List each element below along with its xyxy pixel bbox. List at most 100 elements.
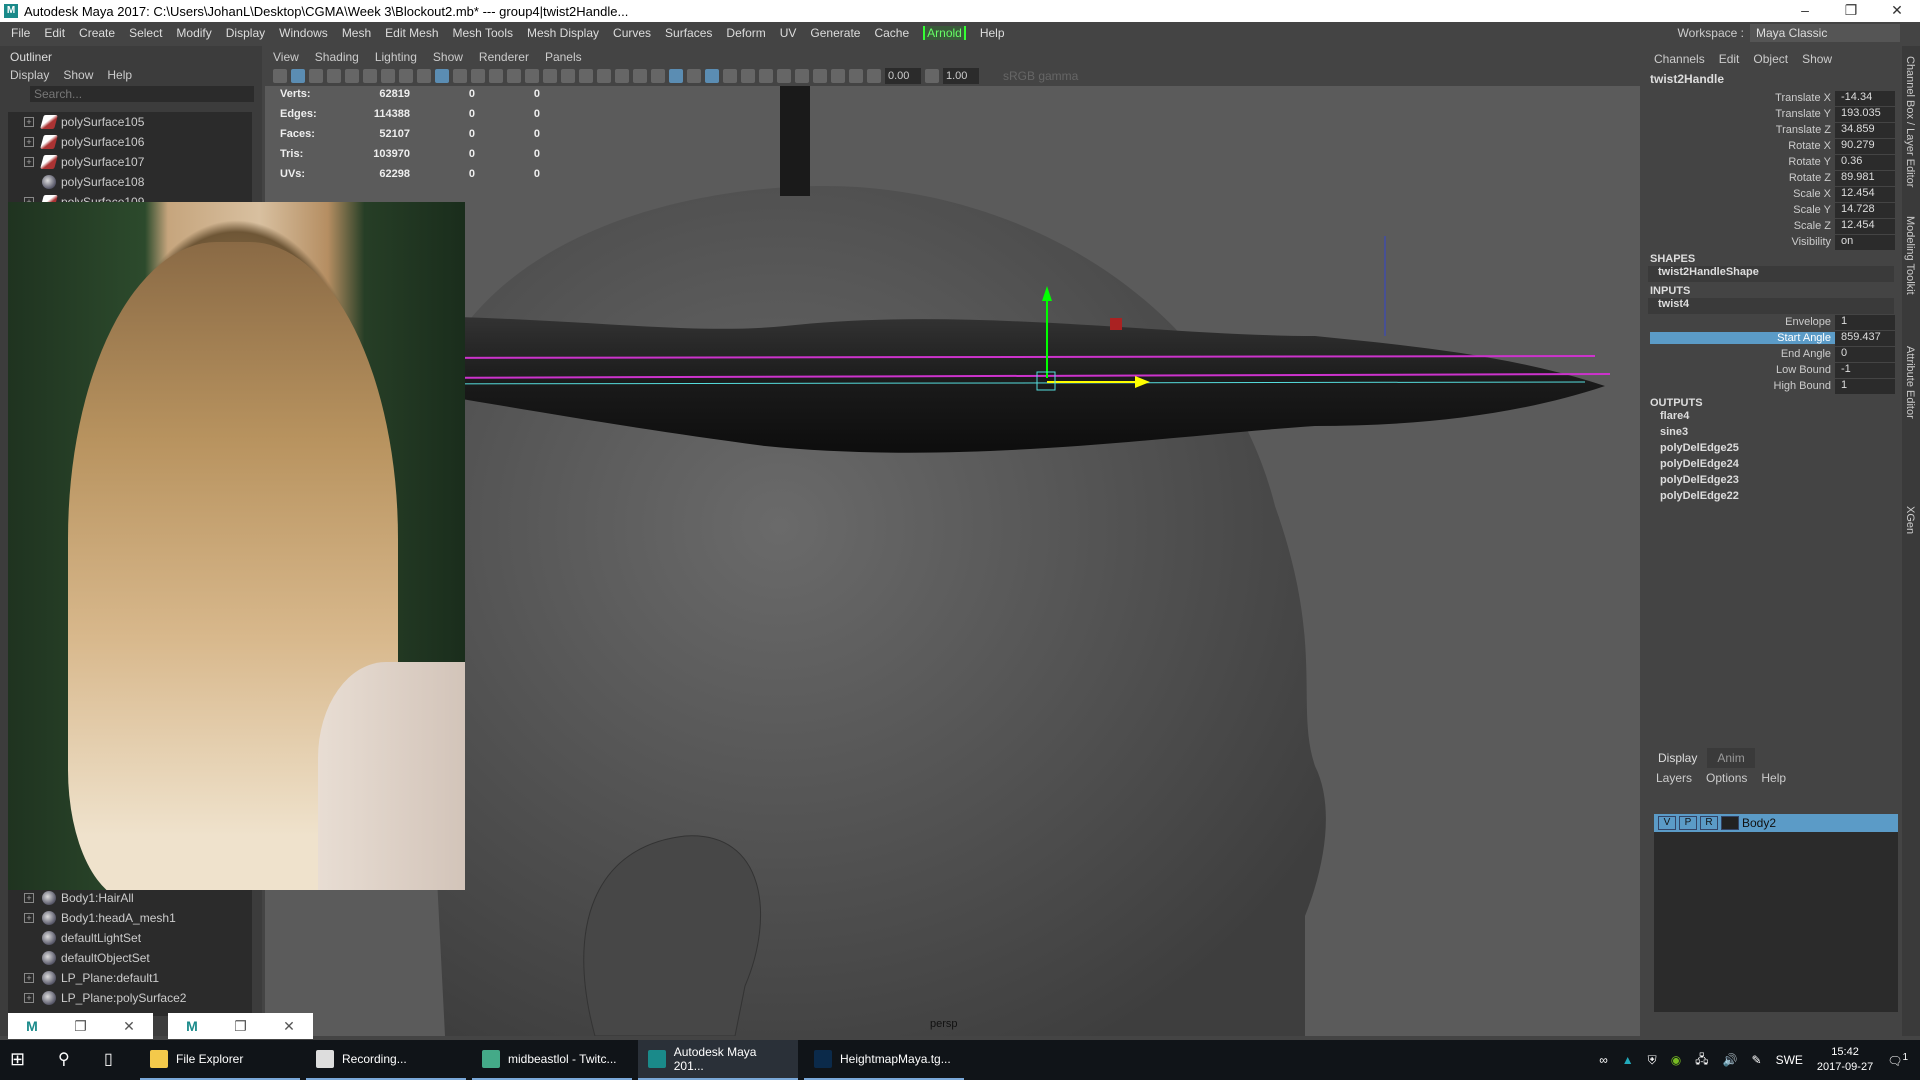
channel-value[interactable]: 859.437 (1835, 330, 1895, 346)
taskbar-app[interactable]: Autodesk Maya 201... (638, 1040, 798, 1080)
outliner-item[interactable]: polySurface108 (8, 172, 252, 192)
channel-value[interactable]: on (1835, 234, 1895, 250)
viewport-tool-icon[interactable] (417, 69, 431, 83)
viewport-tool-icon[interactable] (615, 69, 629, 83)
viewport-tool-icon[interactable] (345, 69, 359, 83)
menu-help[interactable]: Help (980, 26, 1005, 40)
channel-scale-z[interactable]: Scale Z 12.454 (1640, 218, 1902, 234)
viewport-tool-icon[interactable] (723, 69, 737, 83)
channel-visibility[interactable]: Visibility on (1640, 234, 1902, 250)
workspace-selector[interactable]: Workspace : Maya Classic (1678, 24, 1900, 42)
restore-icon[interactable]: ❐ (234, 1018, 247, 1035)
output-node[interactable]: polyDelEdge22 (1640, 490, 1902, 506)
3d-scene[interactable] (265, 86, 1640, 1036)
side-tab[interactable]: XGen (1904, 506, 1916, 534)
channel-low-bound[interactable]: Low Bound -1 (1640, 362, 1902, 378)
channel-name[interactable]: Scale X (1640, 188, 1835, 200)
input-node[interactable]: twist4 (1648, 298, 1894, 314)
expand-icon[interactable]: + (24, 973, 34, 983)
channel-name[interactable]: Scale Z (1640, 220, 1835, 232)
viewport-tool-icon[interactable] (273, 69, 287, 83)
channel-value[interactable]: 193.035 (1835, 106, 1895, 122)
viewport-tool-icon[interactable] (867, 69, 881, 83)
channel-value[interactable]: -1 (1835, 362, 1895, 378)
minimized-window-1[interactable]: M ❐ ✕ (8, 1013, 153, 1039)
reference-image-window[interactable] (8, 202, 465, 890)
menu-cache[interactable]: Cache (874, 26, 909, 40)
tab-anim[interactable]: Anim (1707, 748, 1755, 768)
security-icon[interactable]: ⛨ (1648, 1053, 1657, 1068)
channel-scale-y[interactable]: Scale Y 14.728 (1640, 202, 1902, 218)
viewport-tool-icon[interactable] (759, 69, 773, 83)
close-button[interactable]: ✕ (1874, 0, 1920, 22)
channel-end-angle[interactable]: End Angle 0 (1640, 346, 1902, 362)
output-node[interactable]: polyDelEdge24 (1640, 458, 1902, 474)
viewport-tool-icon[interactable] (579, 69, 593, 83)
menu-show[interactable]: Show (1802, 52, 1832, 66)
expand-icon[interactable]: + (24, 913, 34, 923)
viewport-tool-icon[interactable] (543, 69, 557, 83)
menu-help[interactable]: Help (1761, 771, 1786, 785)
creative-cloud-icon[interactable]: ∞ (1599, 1053, 1608, 1067)
close-icon[interactable]: ✕ (283, 1018, 295, 1035)
channel-value[interactable]: 1 (1835, 378, 1895, 394)
channel-name[interactable]: Rotate X (1640, 140, 1835, 152)
outliner-item[interactable]: + polySurface105 (8, 112, 252, 132)
expand-icon[interactable]: + (24, 117, 34, 127)
viewport-tool-icon[interactable] (849, 69, 863, 83)
menu-lighting[interactable]: Lighting (375, 50, 417, 64)
menu-generate[interactable]: Generate (810, 26, 860, 40)
channel-high-bound[interactable]: High Bound 1 (1640, 378, 1902, 394)
viewport-panel[interactable]: View Shading Lighting Show Renderer Panels 0.… (265, 46, 1640, 1036)
taskbar-app[interactable]: Recording... (306, 1040, 466, 1080)
menu-arnold[interactable]: Arnold (923, 26, 966, 40)
menu-select[interactable]: Select (129, 26, 162, 40)
menu-mesh[interactable]: Mesh (342, 26, 371, 40)
outliner-item[interactable]: + Body1:headA_mesh1 (8, 908, 252, 928)
menu-edit[interactable]: Edit (1719, 52, 1740, 66)
nvidia-icon[interactable]: ◉ (1671, 1053, 1681, 1067)
menu-file[interactable]: File (11, 26, 30, 40)
autodesk-icon[interactable]: ▲ (1622, 1053, 1634, 1067)
channel-value[interactable]: 90.279 (1835, 138, 1895, 154)
channel-name[interactable]: Scale Y (1640, 204, 1835, 216)
exposure-field[interactable]: 0.00 (885, 68, 921, 84)
menu-view[interactable]: View (273, 50, 299, 64)
channel-value[interactable]: 1 (1835, 314, 1895, 330)
viewport-tool-icon[interactable] (489, 69, 503, 83)
channel-name[interactable]: Translate Z (1640, 124, 1835, 136)
side-tab[interactable]: Channel Box / Layer Editor (1904, 56, 1916, 187)
layer-color-swatch[interactable] (1721, 816, 1739, 830)
visibility-toggle[interactable]: V (1658, 816, 1676, 830)
minimized-window-2[interactable]: M ❐ ✕ (168, 1013, 313, 1039)
channel-envelope[interactable]: Envelope 1 (1640, 314, 1902, 330)
outliner-item[interactable]: + polySurface107 (8, 152, 252, 172)
menu-modify[interactable]: Modify (176, 26, 211, 40)
viewport-tool-icon[interactable] (381, 69, 395, 83)
menu-show[interactable]: Show (433, 50, 463, 64)
outliner-item[interactable]: + LP_Plane:default1 (8, 968, 252, 988)
viewport-tool-icon[interactable] (435, 69, 449, 83)
viewport-tool-icon[interactable] (777, 69, 791, 83)
viewport-tool-icon[interactable] (363, 69, 377, 83)
menu-mesh-display[interactable]: Mesh Display (527, 26, 599, 40)
channel-rotate-y[interactable]: Rotate Y 0.36 (1640, 154, 1902, 170)
channel-value[interactable]: 14.728 (1835, 202, 1895, 218)
outliner-item[interactable]: defaultLightSet (8, 928, 252, 948)
outliner-item[interactable]: + Body1:HairAll (8, 888, 252, 908)
expand-icon[interactable]: + (24, 893, 34, 903)
reference-toggle[interactable]: R (1700, 816, 1718, 830)
channel-value[interactable]: 89.981 (1835, 170, 1895, 186)
channel-translate-x[interactable]: Translate X -14.34 (1640, 90, 1902, 106)
workspace-dropdown[interactable]: Maya Classic (1750, 24, 1900, 42)
network-icon[interactable]: 🖧 (1695, 1050, 1708, 1071)
outliner-search-input[interactable]: Search... (30, 86, 254, 102)
outliner-item[interactable]: + polySurface106 (8, 132, 252, 152)
menu-deform[interactable]: Deform (726, 26, 765, 40)
menu-mesh-tools[interactable]: Mesh Tools (453, 26, 513, 40)
expand-icon[interactable]: + (24, 137, 34, 147)
taskbar-app[interactable]: HeightmapMaya.tg... (804, 1040, 964, 1080)
output-node[interactable]: polyDelEdge23 (1640, 474, 1902, 490)
pen-icon[interactable]: ✎ (1752, 1053, 1762, 1067)
viewport-tool-icon[interactable] (291, 69, 305, 83)
